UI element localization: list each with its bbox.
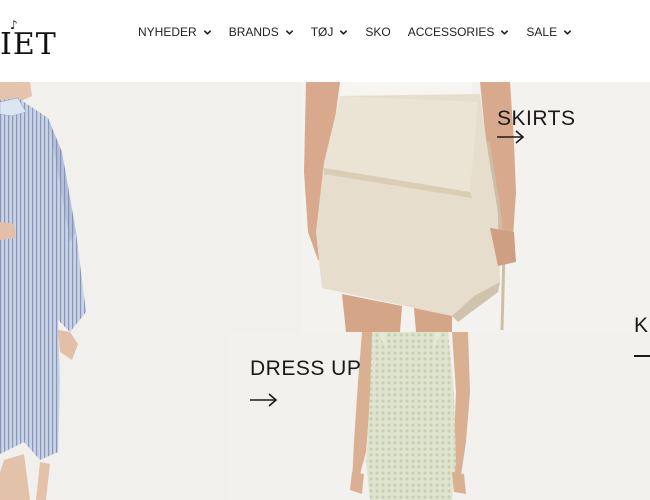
skirts-title[interactable]: SKIRTS (497, 107, 575, 131)
nav-item-label: BRANDS (228, 25, 279, 39)
page: ♪ IET NYHEDER BRANDS TØJ SKO ACCESSORIES… (0, 0, 650, 500)
partial-arrow-line (634, 355, 650, 357)
arrow-right-icon[interactable] (496, 130, 526, 144)
chevron-down-icon (340, 29, 348, 35)
nav-item-sale[interactable]: SALE (526, 25, 572, 39)
main-nav: NYHEDER BRANDS TØJ SKO ACCESSORIES SALE (138, 24, 589, 40)
chevron-down-icon (203, 29, 211, 35)
site-header: ♪ IET NYHEDER BRANDS TØJ SKO ACCESSORIES… (0, 0, 650, 82)
chevron-down-icon (285, 29, 293, 35)
dress-up-title[interactable]: DRESS UP (250, 357, 361, 381)
shirt-dress-image[interactable] (0, 82, 110, 500)
site-logo[interactable]: IET (0, 30, 57, 60)
chevron-down-icon (501, 29, 509, 35)
shirt-dress-illustration (0, 82, 110, 500)
hero-section: SKIRTS DRESS UP K (0, 82, 650, 500)
nav-item-label: TØJ (310, 25, 334, 39)
nav-item-accessories[interactable]: ACCESSORIES (408, 25, 510, 39)
nav-item-label: SALE (526, 25, 558, 39)
nav-item-label: NYHEDER (138, 25, 197, 39)
arrow-right-icon[interactable] (249, 393, 279, 407)
nav-item-brands[interactable]: BRANDS (229, 25, 294, 39)
partial-category-title[interactable]: K (634, 314, 649, 338)
nav-item-label: ACCESSORIES (407, 25, 495, 39)
nav-item-label: SKO (365, 25, 391, 39)
chevron-down-icon (564, 29, 572, 35)
skirts-tile[interactable] (302, 82, 650, 332)
nav-item-toj[interactable]: TØJ (311, 25, 349, 39)
nav-item-sko[interactable]: SKO (365, 25, 390, 39)
skirt-illustration (302, 82, 650, 332)
nav-item-nyheder[interactable]: NYHEDER (138, 25, 212, 39)
